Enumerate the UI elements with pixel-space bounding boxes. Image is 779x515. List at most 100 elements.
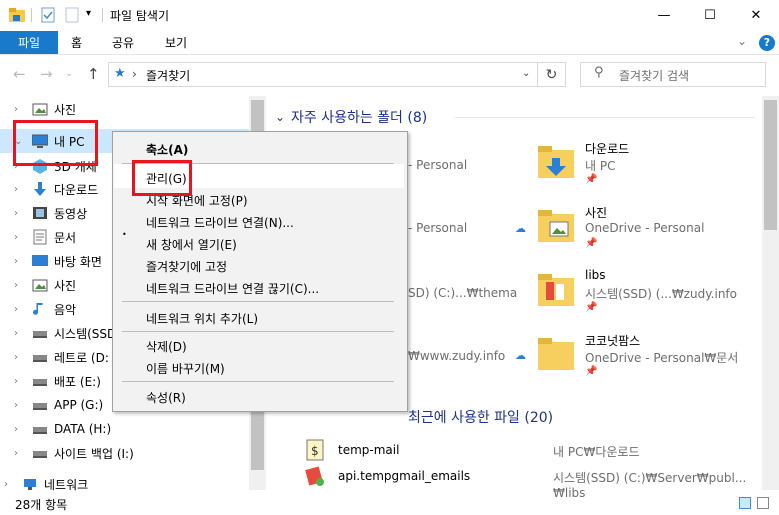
tree-item-label: 시스템(SSD: [54, 326, 117, 341]
cloud-icon: ☁: [515, 349, 526, 362]
frequent-folders-header[interactable]: 자주 사용하는 폴더 (8): [291, 107, 427, 127]
large-icons-view-icon[interactable]: [757, 497, 769, 509]
maximize-button[interactable]: ☐: [687, 0, 733, 31]
svg-text:$: $: [311, 444, 319, 458]
close-button[interactable]: ✕: [733, 0, 779, 31]
pin-icon: 📌: [585, 238, 598, 249]
chevron-right-icon[interactable]: ›: [4, 479, 18, 490]
tree-item-label: APP (G:): [54, 398, 104, 412]
refresh-button[interactable]: ↻: [538, 62, 566, 87]
recent-file-row[interactable]: $ temp-mail 내 PC₩다운로드: [305, 438, 755, 462]
folder-tile-downloads[interactable]: 다운로드 내 PC 📌: [536, 140, 756, 196]
tree-item-pictures[interactable]: › 사진: [0, 97, 264, 121]
properties-icon[interactable]: [40, 7, 56, 23]
tab-share[interactable]: 공유: [112, 31, 134, 54]
menu-separator: [122, 301, 394, 302]
menu-separator: [122, 381, 394, 382]
tree-item-label: 바탕 화면: [54, 254, 102, 269]
folder-subtitle: - Personal: [408, 158, 468, 172]
drive-icon: [33, 379, 47, 386]
menu-item-rename[interactable]: 이름 바꾸기(M): [146, 360, 225, 377]
collapse-frequent-icon[interactable]: ⌄: [275, 110, 285, 124]
tree-item-drive-h[interactable]: › DATA (H:): [0, 417, 264, 441]
search-placeholder: 즐겨찾기 검색: [619, 69, 690, 83]
forward-button[interactable]: →: [40, 65, 53, 83]
chevron-right-icon[interactable]: ›: [14, 328, 28, 339]
pin-icon: 📌: [585, 366, 598, 377]
highlight-this-pc: [13, 120, 98, 166]
ribbon-expand-icon[interactable]: ⌄: [737, 34, 747, 48]
tree-item-network[interactable]: › 네트워크: [0, 472, 264, 496]
folder-app-icon: [9, 8, 25, 22]
breadcrumb-separator-icon: ›: [132, 67, 137, 81]
tree-item-label: DATA (H:): [54, 422, 112, 436]
recent-locations-icon[interactable]: ⌄: [65, 68, 73, 79]
menu-item-delete[interactable]: 삭제(D): [146, 338, 187, 355]
window-title: 파일 탐색기: [110, 9, 170, 23]
file-path: 내 PC₩다운로드: [553, 445, 640, 459]
star-icon: ★: [114, 66, 126, 81]
chevron-right-icon[interactable]: ›: [14, 424, 28, 435]
title-divider: [102, 8, 103, 22]
folder-name: libs: [585, 268, 606, 282]
chevron-right-icon[interactable]: ›: [14, 232, 28, 243]
pictures-folder-icon: [538, 210, 574, 242]
back-button[interactable]: ←: [13, 65, 26, 83]
drive-icon: [33, 355, 47, 362]
chevron-right-icon[interactable]: ›: [14, 208, 28, 219]
chevron-right-icon[interactable]: ›: [14, 376, 28, 387]
recent-file-row[interactable]: api.tempgmail_emails 시스템(SSD) (C:)₩Serve…: [305, 464, 755, 500]
tab-view[interactable]: 보기: [165, 31, 187, 54]
minimize-button[interactable]: —: [641, 0, 687, 31]
pin-icon: 📌: [585, 302, 598, 313]
quick-access-dropdown-icon[interactable]: ▾: [86, 8, 91, 19]
highlight-manage: [132, 160, 192, 196]
pictures-icon: [32, 103, 48, 116]
folder-location: 내 PC: [585, 159, 616, 173]
drive-icon: [33, 403, 47, 410]
menu-item-add-network-location[interactable]: 네트워크 위치 추가(L): [146, 310, 258, 327]
folder-location: 시스템(SSD) (...₩zudy.info: [585, 287, 737, 301]
chevron-right-icon[interactable]: ›: [14, 104, 28, 115]
details-view-icon[interactable]: [739, 497, 751, 509]
folder-icon: [538, 338, 574, 370]
folder-tile-libs[interactable]: libs 시스템(SSD) (...₩zudy.info 📌: [536, 268, 756, 324]
tab-home[interactable]: 홈: [71, 31, 82, 54]
tree-item-label: 다운로드: [54, 182, 99, 197]
tree-item-label: 문서: [54, 230, 77, 245]
toolbar-divider: [31, 8, 32, 22]
menu-item-open-new-window[interactable]: 새 창에서 열기(E): [146, 236, 237, 253]
menu-item-map-network-drive[interactable]: 네트워크 드라이브 연결(N)...: [146, 214, 294, 231]
tree-item-drive-i[interactable]: › 사이트 백업 (I:): [0, 441, 264, 465]
folder-name: 다운로드: [585, 142, 630, 156]
chevron-right-icon[interactable]: ›: [14, 280, 28, 291]
new-folder-icon[interactable]: [64, 7, 80, 23]
menu-separator: [122, 331, 394, 332]
address-dropdown-icon[interactable]: ⌄: [522, 68, 530, 79]
tree-item-label: 레트로 (D:: [54, 350, 109, 365]
menu-item-disconnect-network-drive[interactable]: 네트워크 드라이브 연결 끊기(C)...: [146, 280, 319, 297]
tab-file[interactable]: 파일: [0, 31, 58, 54]
recent-files-header[interactable]: 최근에 사용한 파일 (20): [408, 407, 553, 427]
chevron-right-icon[interactable]: ›: [14, 304, 28, 315]
menu-item-properties[interactable]: 속성(R): [146, 389, 186, 406]
chevron-right-icon[interactable]: ›: [14, 400, 28, 411]
folder-tile-pictures[interactable]: 사진 OneDrive - Personal 📌: [536, 204, 756, 260]
up-button[interactable]: ↑: [87, 65, 100, 83]
folder-tile-coconutfarms[interactable]: 코코넛팜스 OneDrive - Personal₩문서 📌: [536, 332, 756, 388]
chevron-right-icon[interactable]: ›: [14, 352, 28, 363]
content-scrollbar-thumb[interactable]: [764, 100, 777, 230]
file-name: api.tempgmail_emails: [338, 469, 471, 483]
chevron-right-icon[interactable]: ›: [14, 184, 28, 195]
video-icon: [33, 207, 47, 219]
chevron-right-icon[interactable]: ›: [14, 448, 28, 459]
chevron-right-icon[interactable]: ›: [14, 256, 28, 267]
folder-location: OneDrive - Personal₩문서: [585, 351, 739, 365]
tree-item-label: 음악: [54, 302, 77, 317]
address-path[interactable]: 즐겨찾기: [146, 67, 190, 84]
help-button[interactable]: ?: [759, 35, 775, 51]
file-path: 시스템(SSD) (C:)₩Server₩publ...₩libs: [553, 471, 747, 500]
folder-subtitle: SD) (C:)...₩thema: [408, 286, 518, 300]
menu-item-pin-to-quick-access[interactable]: 즐겨찾기에 고정: [146, 258, 227, 275]
menu-item-collapse[interactable]: 축소(A): [146, 141, 188, 158]
